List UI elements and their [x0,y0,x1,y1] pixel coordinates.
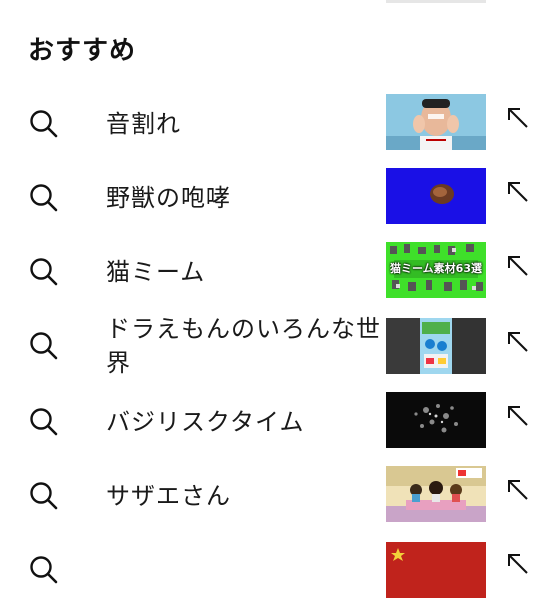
search-icon [30,184,58,212]
dark-scene-thumbnail [386,392,486,448]
thumbnail-caption: 猫ミーム素材63選 [390,262,482,275]
insert-arrow-icon[interactable] [506,552,530,576]
suggestion-row-partial[interactable] [0,532,560,606]
search-icon [30,332,58,360]
search-icon [30,482,58,510]
suggestion-label: ドラえもんのいろんな世界 [106,315,381,377]
search-icon [30,258,58,286]
suggestion-row[interactable]: 猫ミーム 猫ミーム素材63選 [0,234,560,308]
previous-thumbnail-edge [386,0,486,3]
suggestion-label: 猫ミーム [106,258,206,286]
green-screen-cats-thumbnail: 猫ミーム素材63選 [386,242,486,298]
insert-arrow-icon[interactable] [506,180,530,204]
insert-arrow-icon[interactable] [506,330,530,354]
man-face-thumbnail [386,94,486,150]
suggestion-label: 野獣の咆哮 [106,184,231,212]
suggestion-label: バジリスクタイム [106,408,305,436]
suggestion-row[interactable]: サザエさん [0,458,560,532]
insert-arrow-icon[interactable] [506,404,530,428]
insert-arrow-icon[interactable] [506,478,530,502]
doraemon-thumbnail [386,318,486,374]
insert-arrow-icon[interactable] [506,106,530,130]
blue-screen-thumbnail [386,168,486,224]
suggestion-label: 音割れ [106,110,181,138]
search-icon [30,110,58,138]
sazae-family-thumbnail [386,466,486,522]
suggestion-row[interactable]: バジリスクタイム [0,384,560,458]
insert-arrow-icon[interactable] [506,254,530,278]
search-icon [30,556,58,584]
suggestion-row[interactable]: ドラえもんのいろんな世界 [0,308,560,382]
search-icon [30,408,58,436]
suggestion-row[interactable]: 野獣の咆哮 [0,160,560,234]
suggestion-row[interactable]: 音割れ [0,86,560,160]
section-title: おすすめ [28,36,137,66]
suggestion-label: サザエさん [106,482,231,510]
partial-thumbnail [386,542,486,598]
